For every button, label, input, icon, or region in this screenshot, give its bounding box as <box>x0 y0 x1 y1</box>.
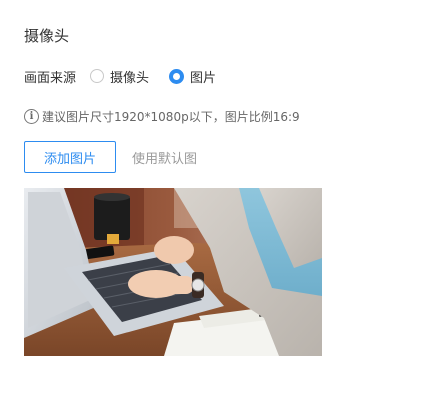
size-hint: i 建议图片尺寸1920*1080p以下，图片比例16:9 <box>24 106 300 126</box>
source-label: 画面来源 <box>24 70 77 86</box>
radio-image-circle[interactable] <box>169 68 185 84</box>
size-hint-text: 建议图片尺寸1920*1080p以下，图片比例16:9 <box>42 109 300 124</box>
radio-option-camera[interactable]: 摄像头 <box>90 67 149 86</box>
image-actions: 添加图片 使用默认图 <box>24 141 197 173</box>
info-icon: i <box>24 108 39 124</box>
radio-option-image[interactable]: 图片 <box>169 67 216 86</box>
section-title: 摄像头 <box>24 27 70 45</box>
source-selector: 画面来源 摄像头 图片 <box>24 66 236 86</box>
radio-camera-circle[interactable] <box>90 69 105 83</box>
image-preview <box>24 188 322 356</box>
add-image-button[interactable]: 添加图片 <box>24 141 116 173</box>
radio-camera-label[interactable]: 摄像头 <box>110 67 149 86</box>
preview-photo <box>24 188 322 356</box>
radio-image-label[interactable]: 图片 <box>190 67 216 86</box>
use-default-image-button[interactable]: 使用默认图 <box>132 148 197 167</box>
